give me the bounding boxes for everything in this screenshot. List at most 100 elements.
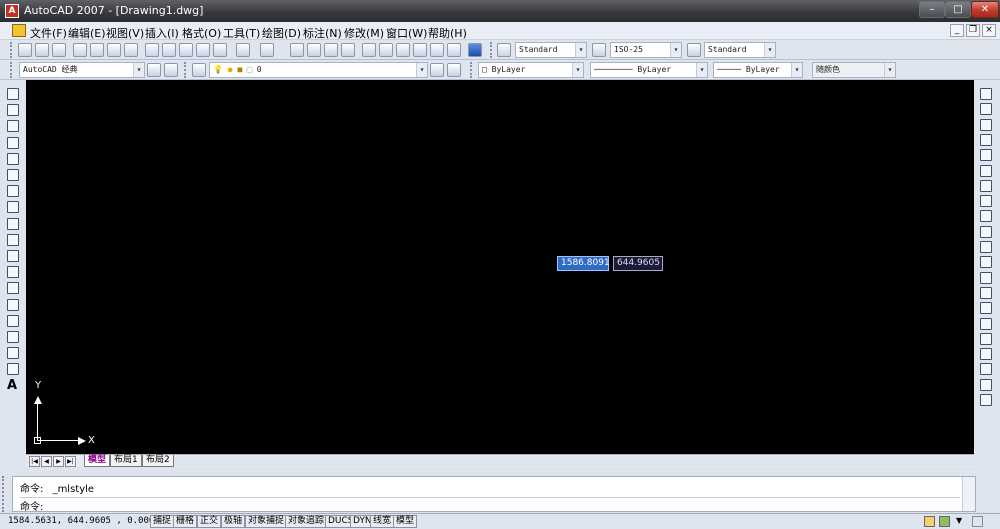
- clean-screen-icon[interactable]: [972, 516, 983, 527]
- spline-icon[interactable]: [7, 217, 19, 230]
- tab-layout2[interactable]: 布局2: [142, 455, 174, 467]
- publish-icon[interactable]: [107, 43, 121, 57]
- my-workspace-icon[interactable]: [164, 63, 178, 77]
- doc-close-button[interactable]: ×: [982, 24, 996, 37]
- plot-style-select[interactable]: 随颜色: [812, 62, 896, 78]
- trim-icon[interactable]: [980, 225, 992, 238]
- toolbar-grip[interactable]: [470, 62, 473, 78]
- ortho-toggle[interactable]: 正交: [197, 515, 222, 528]
- make-object-layer-current-icon[interactable]: [430, 63, 444, 77]
- help-icon[interactable]: [468, 43, 482, 57]
- match-properties-icon[interactable]: [196, 43, 210, 57]
- polar-toggle[interactable]: 极轴: [221, 515, 246, 528]
- toolbar-grip[interactable]: [184, 62, 187, 78]
- circle-icon[interactable]: [7, 185, 19, 198]
- drawing-canvas[interactable]: [26, 80, 974, 454]
- table-style-icon[interactable]: [687, 43, 701, 57]
- menu-window[interactable]: 窗口(W): [386, 25, 427, 41]
- menu-help[interactable]: 帮助(H): [428, 25, 467, 41]
- plot-icon[interactable]: [73, 43, 87, 57]
- document-icon[interactable]: [12, 24, 26, 37]
- tool-palettes-icon[interactable]: [396, 43, 410, 57]
- send-under-icon[interactable]: [980, 394, 992, 406]
- minimize-button[interactable]: –: [919, 1, 945, 18]
- pan-icon[interactable]: [290, 43, 304, 57]
- hatch-icon[interactable]: [7, 314, 19, 327]
- layer-select[interactable]: 💡 ● ■ ■ 0: [209, 62, 428, 78]
- snap-toggle[interactable]: 捕捉: [150, 515, 175, 528]
- break-icon[interactable]: [980, 271, 992, 284]
- menu-dimension[interactable]: 标注(N): [303, 25, 342, 41]
- doc-restore-button[interactable]: ❐: [966, 24, 980, 37]
- line-icon[interactable]: [7, 88, 19, 100]
- redo-icon[interactable]: [260, 43, 274, 57]
- lineweight-toggle[interactable]: 线宽: [370, 515, 395, 528]
- quickcalc-icon[interactable]: [447, 43, 461, 57]
- lock-toolbar-icon[interactable]: [939, 516, 950, 527]
- polygon-icon[interactable]: [7, 136, 19, 149]
- tab-model[interactable]: 模型: [84, 455, 111, 467]
- revision-cloud-icon[interactable]: [7, 201, 19, 214]
- zoom-previous-icon[interactable]: [341, 43, 355, 57]
- extend-icon[interactable]: [980, 241, 992, 253]
- rectangle-icon[interactable]: [7, 152, 19, 165]
- menu-draw[interactable]: 绘图(D): [262, 25, 301, 41]
- insert-block-icon[interactable]: [7, 266, 19, 279]
- menu-modify[interactable]: 修改(M): [344, 25, 384, 41]
- table-icon[interactable]: [7, 363, 19, 376]
- fillet-icon[interactable]: [980, 317, 992, 330]
- horizontal-scrollbar[interactable]: [174, 456, 974, 466]
- model-space-toggle[interactable]: 模型: [393, 515, 418, 528]
- copy-clip-icon[interactable]: [162, 43, 176, 57]
- toolbar-grip[interactable]: [10, 42, 13, 58]
- text-style-select[interactable]: Standard: [515, 42, 587, 58]
- offset-icon[interactable]: [980, 133, 992, 146]
- construction-line-icon[interactable]: [7, 104, 19, 117]
- layer-manager-icon[interactable]: [192, 63, 206, 77]
- region-icon[interactable]: [7, 347, 19, 360]
- dynamic-input-y[interactable]: 644.9605: [613, 256, 663, 271]
- explode-icon[interactable]: [980, 332, 992, 345]
- properties-icon[interactable]: [362, 43, 376, 57]
- bring-front-icon[interactable]: [980, 348, 992, 361]
- command-scrollbar[interactable]: [962, 477, 975, 511]
- multiline-text-icon[interactable]: A: [7, 379, 19, 392]
- zoom-window-icon[interactable]: [324, 43, 338, 57]
- workspace-settings-icon[interactable]: [147, 63, 161, 77]
- toolbar-grip[interactable]: [490, 42, 493, 58]
- zoom-realtime-icon[interactable]: [307, 43, 321, 57]
- table-style-select[interactable]: Standard: [704, 42, 776, 58]
- coordinates-display[interactable]: 1584.5631, 644.9605 , 0.0000: [8, 516, 160, 526]
- menu-format[interactable]: 格式(O): [182, 25, 221, 41]
- join-icon[interactable]: [980, 286, 992, 299]
- make-block-icon[interactable]: [7, 282, 19, 295]
- menu-edit[interactable]: 编辑(E): [68, 25, 106, 41]
- dynamic-input-x[interactable]: 1586.8091: [557, 256, 610, 271]
- menu-file[interactable]: 文件(F): [30, 25, 67, 41]
- array-icon[interactable]: [980, 149, 992, 162]
- break-at-point-icon[interactable]: [980, 256, 992, 269]
- tab-layout1[interactable]: 布局1: [110, 455, 142, 467]
- move-icon[interactable]: [980, 164, 992, 177]
- close-button[interactable]: ✕: [971, 1, 999, 18]
- paste-icon[interactable]: [179, 43, 193, 57]
- mirror-icon[interactable]: [980, 118, 992, 131]
- command-window-grip[interactable]: [2, 476, 6, 512]
- grid-toggle[interactable]: 栅格: [173, 515, 198, 528]
- send-back-icon[interactable]: [980, 363, 992, 376]
- new-icon[interactable]: [18, 43, 32, 57]
- bring-above-icon[interactable]: [980, 378, 992, 391]
- dimension-style-select[interactable]: ISO-25: [610, 42, 682, 58]
- rotate-icon[interactable]: [980, 179, 992, 192]
- design-center-icon[interactable]: [379, 43, 393, 57]
- gradient-icon[interactable]: [7, 331, 19, 343]
- menu-tools[interactable]: 工具(T): [223, 25, 260, 41]
- save-icon[interactable]: [52, 43, 66, 57]
- workspace-select[interactable]: AutoCAD 经典: [19, 62, 145, 78]
- color-select[interactable]: □ ByLayer: [478, 62, 584, 78]
- command-line-2[interactable]: 命令:: [20, 497, 960, 513]
- scale-icon[interactable]: [980, 195, 992, 208]
- toolbar-grip[interactable]: [10, 62, 13, 78]
- communication-center-icon[interactable]: [924, 516, 935, 527]
- autocad-app-icon[interactable]: A: [5, 4, 19, 18]
